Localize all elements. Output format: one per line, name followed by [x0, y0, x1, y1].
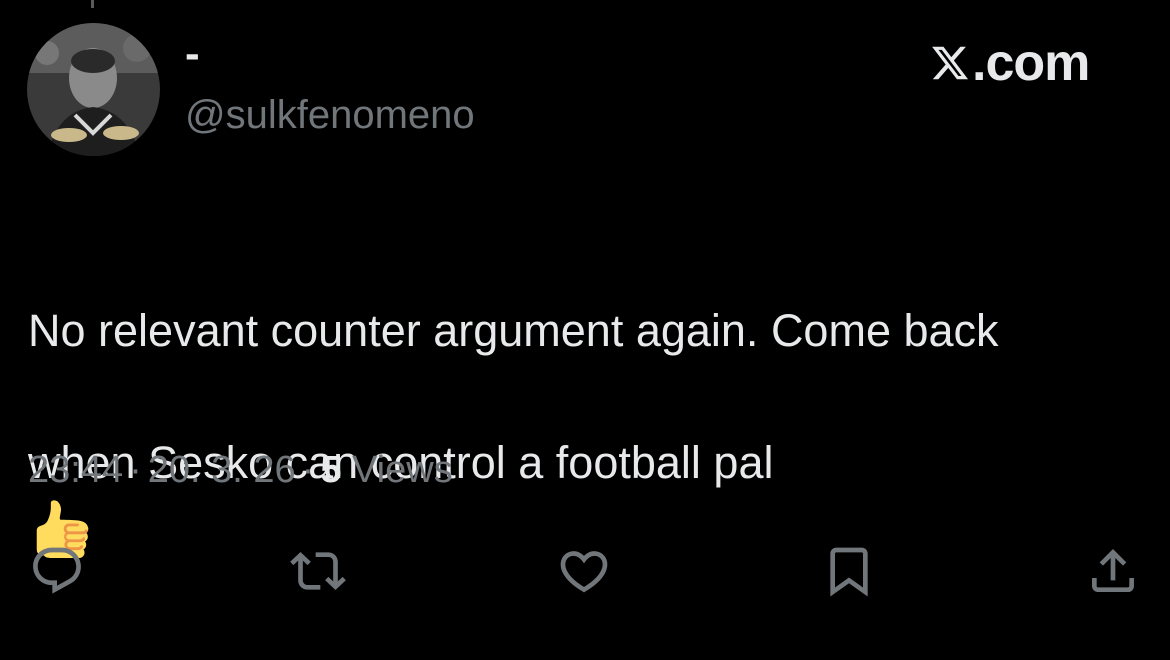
bookmark-button[interactable]: [818, 540, 880, 602]
repost-icon: [290, 552, 346, 590]
avatar-photo: [27, 23, 160, 156]
reply-button[interactable]: [26, 540, 88, 602]
tweet-date[interactable]: 20. 3. 26: [148, 449, 296, 491]
meta-separator: ·: [301, 449, 315, 491]
watermark-text: .com: [972, 34, 1090, 92]
x-logo-icon: [932, 46, 969, 80]
reply-icon: [33, 547, 81, 594]
views-label[interactable]: Views: [352, 449, 453, 491]
tweet-text-line-1: No relevant counter argument again. Come…: [28, 305, 999, 356]
heart-icon: [560, 551, 608, 593]
meta-separator: ·: [129, 449, 142, 491]
views-count[interactable]: 5: [320, 449, 341, 491]
tweet-meta: 23:44 · 20. 3. 26 · 5 Views: [28, 448, 453, 492]
bookmark-icon: [830, 547, 868, 597]
tweet-time[interactable]: 23:44: [28, 449, 123, 491]
tweet-text: No relevant counter argument again. Come…: [28, 232, 1148, 562]
display-name[interactable]: -: [185, 32, 200, 76]
scroll-indicator: [91, 0, 94, 8]
like-button[interactable]: [553, 540, 615, 602]
user-handle[interactable]: @sulkfenomeno: [185, 95, 475, 135]
x-watermark: .com: [930, 34, 1090, 92]
repost-button[interactable]: [287, 540, 349, 602]
share-button[interactable]: [1082, 540, 1144, 602]
share-icon: [1092, 549, 1134, 592]
avatar[interactable]: [27, 23, 160, 156]
